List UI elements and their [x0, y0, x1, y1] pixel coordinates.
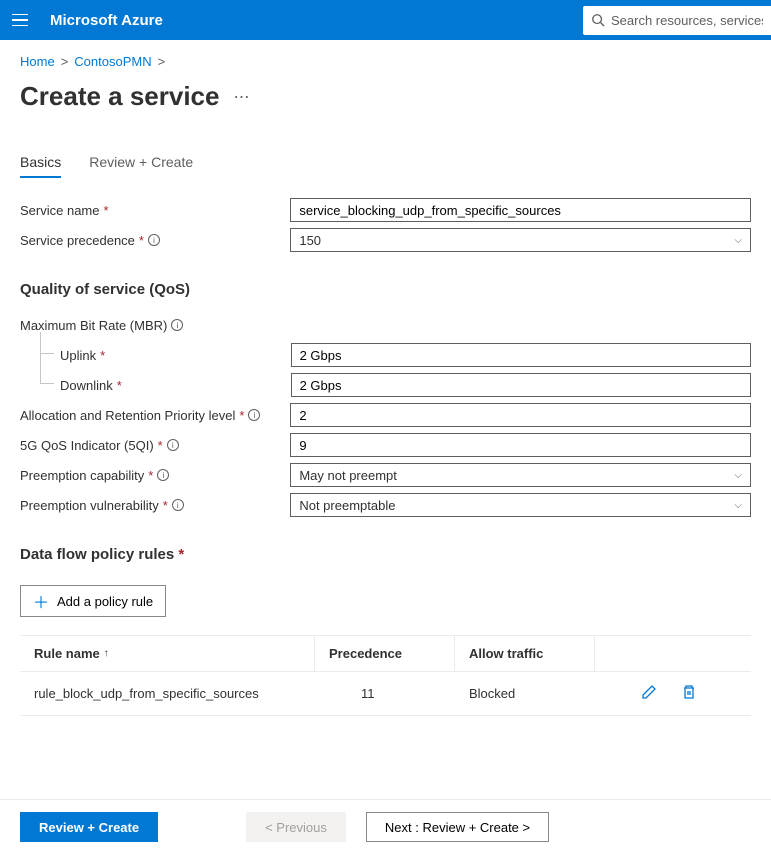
delete-icon[interactable]: [681, 684, 697, 703]
arp-label: Allocation and Retention Priority level: [20, 408, 235, 423]
info-icon[interactable]: i: [167, 439, 179, 451]
service-name-label: Service name: [20, 203, 99, 218]
required-indicator: *: [139, 233, 144, 248]
table-row: rule_block_udp_from_specific_sources 11 …: [20, 672, 751, 716]
preemption-capability-select[interactable]: May not preempt ⌵: [290, 463, 751, 487]
dataflow-section-header: Data flow policy rules *: [20, 546, 751, 563]
qi-input[interactable]: [290, 433, 751, 457]
preemption-capability-label: Preemption capability: [20, 468, 144, 483]
service-precedence-select[interactable]: 150 ⌵: [290, 228, 751, 252]
required-indicator: *: [117, 378, 122, 393]
info-icon[interactable]: i: [148, 234, 160, 246]
required-indicator: *: [148, 468, 153, 483]
required-indicator: *: [163, 498, 168, 513]
downlink-label: Downlink: [60, 378, 113, 393]
preemption-vulnerability-value: Not preemptable: [299, 498, 395, 513]
service-precedence-label: Service precedence: [20, 233, 135, 248]
col-actions: [595, 636, 751, 671]
brand-label: Microsoft Azure: [50, 12, 163, 29]
plus-icon: ＋: [33, 589, 49, 613]
required-indicator: *: [100, 348, 105, 363]
cell-precedence: 11: [315, 686, 455, 701]
global-search[interactable]: [583, 6, 771, 35]
policy-rules-table: Rule name ↑ Precedence Allow traffic rul…: [20, 635, 751, 716]
cell-allow: Blocked: [455, 686, 595, 701]
qi-label: 5G QoS Indicator (5QI): [20, 438, 154, 453]
chevron-down-icon: ⌵: [734, 500, 742, 511]
chevron-down-icon: ⌵: [734, 470, 742, 481]
arp-input[interactable]: [290, 403, 751, 427]
preemption-vulnerability-select[interactable]: Not preemptable ⌵: [290, 493, 751, 517]
col-rule-name[interactable]: Rule name ↑: [20, 636, 315, 671]
tab-basics[interactable]: Basics: [20, 154, 61, 178]
chevron-right-icon: >: [158, 54, 166, 69]
search-input[interactable]: [611, 13, 763, 28]
col-allow-traffic[interactable]: Allow traffic: [455, 636, 595, 671]
tab-review-create[interactable]: Review + Create: [89, 154, 193, 178]
top-bar: Microsoft Azure: [0, 0, 771, 40]
mbr-label: Maximum Bit Rate (MBR): [20, 318, 167, 333]
chevron-down-icon: ⌵: [734, 235, 742, 246]
preemption-vulnerability-label: Preemption vulnerability: [20, 498, 159, 513]
service-name-input[interactable]: [290, 198, 751, 222]
page-title: Create a service: [20, 81, 219, 112]
qos-section-header: Quality of service (QoS): [20, 281, 751, 298]
sort-asc-icon: ↑: [104, 648, 109, 659]
more-actions-icon[interactable]: ⋯: [233, 87, 250, 107]
next-button[interactable]: Next : Review + Create >: [366, 812, 549, 842]
required-indicator: *: [239, 408, 244, 423]
search-icon: [591, 13, 605, 27]
required-indicator: *: [158, 438, 163, 453]
uplink-label: Uplink: [60, 348, 96, 363]
preemption-capability-value: May not preempt: [299, 468, 397, 483]
required-indicator: *: [178, 546, 184, 563]
chevron-right-icon: >: [61, 54, 69, 69]
edit-icon[interactable]: [641, 684, 657, 703]
breadcrumb-contosopmn[interactable]: ContosoPMN: [74, 54, 151, 69]
cell-rule-name: rule_block_udp_from_specific_sources: [20, 686, 315, 701]
previous-button: < Previous: [246, 812, 346, 842]
add-rule-label: Add a policy rule: [57, 594, 153, 609]
footer-bar: Review + Create < Previous Next : Review…: [0, 799, 771, 854]
tabs: Basics Review + Create: [20, 154, 751, 179]
add-policy-rule-button[interactable]: ＋ Add a policy rule: [20, 585, 166, 617]
hamburger-menu-icon[interactable]: [8, 8, 32, 32]
service-precedence-value: 150: [299, 233, 321, 248]
info-icon[interactable]: i: [157, 469, 169, 481]
downlink-input[interactable]: [291, 373, 751, 397]
required-indicator: *: [103, 203, 108, 218]
uplink-input[interactable]: [291, 343, 751, 367]
col-precedence[interactable]: Precedence: [315, 636, 455, 671]
breadcrumb-home[interactable]: Home: [20, 54, 55, 69]
info-icon[interactable]: i: [171, 319, 183, 331]
info-icon[interactable]: i: [248, 409, 260, 421]
info-icon[interactable]: i: [172, 499, 184, 511]
review-create-button[interactable]: Review + Create: [20, 812, 158, 842]
breadcrumb: Home > ContosoPMN >: [20, 54, 751, 69]
